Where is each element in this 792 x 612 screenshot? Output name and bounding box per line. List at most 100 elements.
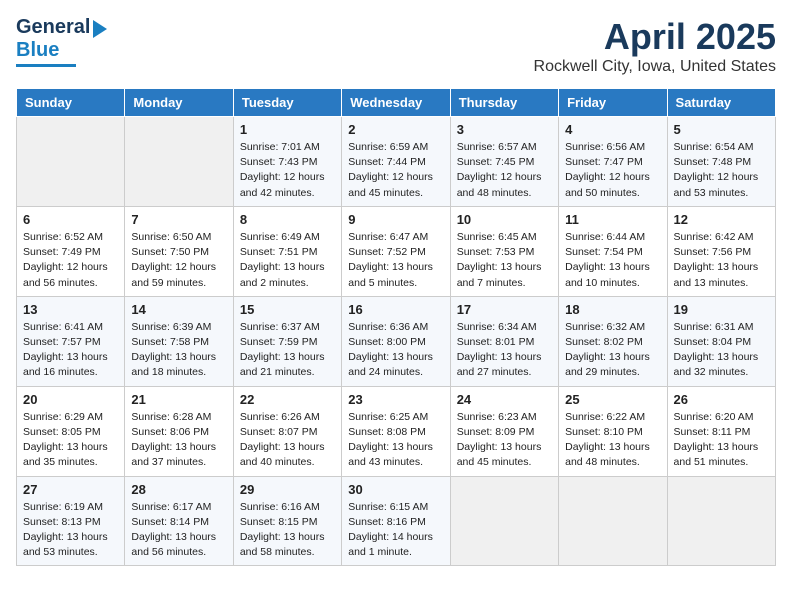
day-info: Sunrise: 6:32 AM Sunset: 8:02 PM Dayligh…: [565, 320, 660, 381]
calendar-cell: 5 Sunrise: 6:54 AM Sunset: 7:48 PM Daylig…: [667, 117, 775, 207]
day-number: 17: [457, 302, 552, 317]
day-number: 12: [674, 212, 769, 227]
calendar-cell: [125, 117, 233, 207]
calendar-week-row: 20 Sunrise: 6:29 AM Sunset: 8:05 PM Dayli…: [17, 386, 776, 476]
day-info: Sunrise: 6:16 AM Sunset: 8:15 PM Dayligh…: [240, 500, 335, 561]
day-info: Sunrise: 6:47 AM Sunset: 7:52 PM Dayligh…: [348, 230, 443, 291]
day-number: 20: [23, 392, 118, 407]
day-number: 3: [457, 122, 552, 137]
page-header: General Blue April 2025 Rockwell City, I…: [16, 16, 776, 76]
day-number: 1: [240, 122, 335, 137]
calendar-cell: 29 Sunrise: 6:16 AM Sunset: 8:15 PM Dayli…: [233, 476, 341, 566]
day-info: Sunrise: 6:45 AM Sunset: 7:53 PM Dayligh…: [457, 230, 552, 291]
logo-text: General: [16, 16, 107, 38]
day-header-thursday: Thursday: [450, 89, 558, 117]
calendar-cell: 3 Sunrise: 6:57 AM Sunset: 7:45 PM Daylig…: [450, 117, 558, 207]
day-number: 23: [348, 392, 443, 407]
day-info: Sunrise: 6:42 AM Sunset: 7:56 PM Dayligh…: [674, 230, 769, 291]
calendar-cell: 25 Sunrise: 6:22 AM Sunset: 8:10 PM Dayli…: [559, 386, 667, 476]
calendar-cell: 22 Sunrise: 6:26 AM Sunset: 8:07 PM Dayli…: [233, 386, 341, 476]
day-info: Sunrise: 6:41 AM Sunset: 7:57 PM Dayligh…: [23, 320, 118, 381]
calendar-cell: [450, 476, 558, 566]
day-number: 9: [348, 212, 443, 227]
calendar-cell: 26 Sunrise: 6:20 AM Sunset: 8:11 PM Dayli…: [667, 386, 775, 476]
day-number: 4: [565, 122, 660, 137]
day-info: Sunrise: 6:25 AM Sunset: 8:08 PM Dayligh…: [348, 410, 443, 471]
calendar-header-row: SundayMondayTuesdayWednesdayThursdayFrid…: [17, 89, 776, 117]
calendar-cell: [17, 117, 125, 207]
calendar-cell: 6Sunrise: 6:52 AM Sunset: 7:49 PM Daylig…: [17, 206, 125, 296]
day-number: 7: [131, 212, 226, 227]
day-info: Sunrise: 7:01 AM Sunset: 7:43 PM Dayligh…: [240, 140, 335, 201]
day-info: Sunrise: 6:31 AM Sunset: 8:04 PM Dayligh…: [674, 320, 769, 381]
calendar-title-area: April 2025 Rockwell City, Iowa, United S…: [534, 16, 776, 76]
calendar-cell: 8 Sunrise: 6:49 AM Sunset: 7:51 PM Daylig…: [233, 206, 341, 296]
day-info: Sunrise: 6:36 AM Sunset: 8:00 PM Dayligh…: [348, 320, 443, 381]
day-number: 14: [131, 302, 226, 317]
calendar-week-row: 13 Sunrise: 6:41 AM Sunset: 7:57 PM Dayli…: [17, 296, 776, 386]
day-number: 30: [348, 482, 443, 497]
day-number: 21: [131, 392, 226, 407]
calendar-cell: 20 Sunrise: 6:29 AM Sunset: 8:05 PM Dayli…: [17, 386, 125, 476]
calendar-cell: [559, 476, 667, 566]
calendar-cell: 10 Sunrise: 6:45 AM Sunset: 7:53 PM Dayli…: [450, 206, 558, 296]
day-number: 15: [240, 302, 335, 317]
day-info: Sunrise: 6:28 AM Sunset: 8:06 PM Dayligh…: [131, 410, 226, 471]
day-info: Sunrise: 6:59 AM Sunset: 7:44 PM Dayligh…: [348, 140, 443, 201]
day-number: 27: [23, 482, 118, 497]
calendar-cell: 11Sunrise: 6:44 AM Sunset: 7:54 PM Dayli…: [559, 206, 667, 296]
calendar-week-row: 6Sunrise: 6:52 AM Sunset: 7:49 PM Daylig…: [17, 206, 776, 296]
day-info: Sunrise: 6:54 AM Sunset: 7:48 PM Dayligh…: [674, 140, 769, 201]
day-number: 19: [674, 302, 769, 317]
day-info: Sunrise: 6:34 AM Sunset: 8:01 PM Dayligh…: [457, 320, 552, 381]
logo-blue: Blue: [16, 39, 59, 62]
day-number: 24: [457, 392, 552, 407]
day-number: 16: [348, 302, 443, 317]
calendar-cell: 27 Sunrise: 6:19 AM Sunset: 8:13 PM Dayli…: [17, 476, 125, 566]
day-number: 13: [23, 302, 118, 317]
day-info: Sunrise: 6:29 AM Sunset: 8:05 PM Dayligh…: [23, 410, 118, 471]
day-info: Sunrise: 6:15 AM Sunset: 8:16 PM Dayligh…: [348, 500, 443, 561]
day-number: 29: [240, 482, 335, 497]
calendar-cell: 14 Sunrise: 6:39 AM Sunset: 7:58 PM Dayli…: [125, 296, 233, 386]
calendar-cell: 18Sunrise: 6:32 AM Sunset: 8:02 PM Dayli…: [559, 296, 667, 386]
calendar-cell: 15 Sunrise: 6:37 AM Sunset: 7:59 PM Dayli…: [233, 296, 341, 386]
calendar-cell: 2 Sunrise: 6:59 AM Sunset: 7:44 PM Daylig…: [342, 117, 450, 207]
day-header-saturday: Saturday: [667, 89, 775, 117]
calendar-cell: 13 Sunrise: 6:41 AM Sunset: 7:57 PM Dayli…: [17, 296, 125, 386]
calendar-cell: 19 Sunrise: 6:31 AM Sunset: 8:04 PM Dayli…: [667, 296, 775, 386]
day-number: 25: [565, 392, 660, 407]
calendar-cell: [667, 476, 775, 566]
day-number: 10: [457, 212, 552, 227]
logo: General Blue: [16, 16, 107, 67]
day-info: Sunrise: 6:39 AM Sunset: 7:58 PM Dayligh…: [131, 320, 226, 381]
day-header-sunday: Sunday: [17, 89, 125, 117]
day-info: Sunrise: 6:26 AM Sunset: 8:07 PM Dayligh…: [240, 410, 335, 471]
day-info: Sunrise: 6:37 AM Sunset: 7:59 PM Dayligh…: [240, 320, 335, 381]
day-info: Sunrise: 6:22 AM Sunset: 8:10 PM Dayligh…: [565, 410, 660, 471]
day-number: 22: [240, 392, 335, 407]
calendar-cell: 24Sunrise: 6:23 AM Sunset: 8:09 PM Dayli…: [450, 386, 558, 476]
calendar-cell: 17 Sunrise: 6:34 AM Sunset: 8:01 PM Dayli…: [450, 296, 558, 386]
day-header-friday: Friday: [559, 89, 667, 117]
calendar-cell: 12 Sunrise: 6:42 AM Sunset: 7:56 PM Dayli…: [667, 206, 775, 296]
day-number: 26: [674, 392, 769, 407]
day-number: 8: [240, 212, 335, 227]
day-number: 2: [348, 122, 443, 137]
day-number: 28: [131, 482, 226, 497]
day-info: Sunrise: 6:56 AM Sunset: 7:47 PM Dayligh…: [565, 140, 660, 201]
day-info: Sunrise: 6:52 AM Sunset: 7:49 PM Dayligh…: [23, 230, 118, 291]
day-info: Sunrise: 6:49 AM Sunset: 7:51 PM Dayligh…: [240, 230, 335, 291]
calendar-cell: 30 Sunrise: 6:15 AM Sunset: 8:16 PM Dayli…: [342, 476, 450, 566]
day-info: Sunrise: 6:20 AM Sunset: 8:11 PM Dayligh…: [674, 410, 769, 471]
day-info: Sunrise: 6:50 AM Sunset: 7:50 PM Dayligh…: [131, 230, 226, 291]
day-info: Sunrise: 6:17 AM Sunset: 8:14 PM Dayligh…: [131, 500, 226, 561]
day-info: Sunrise: 6:44 AM Sunset: 7:54 PM Dayligh…: [565, 230, 660, 291]
day-info: Sunrise: 6:57 AM Sunset: 7:45 PM Dayligh…: [457, 140, 552, 201]
calendar-cell: 28 Sunrise: 6:17 AM Sunset: 8:14 PM Dayli…: [125, 476, 233, 566]
day-number: 5: [674, 122, 769, 137]
day-info: Sunrise: 6:19 AM Sunset: 8:13 PM Dayligh…: [23, 500, 118, 561]
calendar-cell: 16 Sunrise: 6:36 AM Sunset: 8:00 PM Dayli…: [342, 296, 450, 386]
calendar-cell: 1 Sunrise: 7:01 AM Sunset: 7:43 PM Daylig…: [233, 117, 341, 207]
calendar-cell: 7 Sunrise: 6:50 AM Sunset: 7:50 PM Daylig…: [125, 206, 233, 296]
